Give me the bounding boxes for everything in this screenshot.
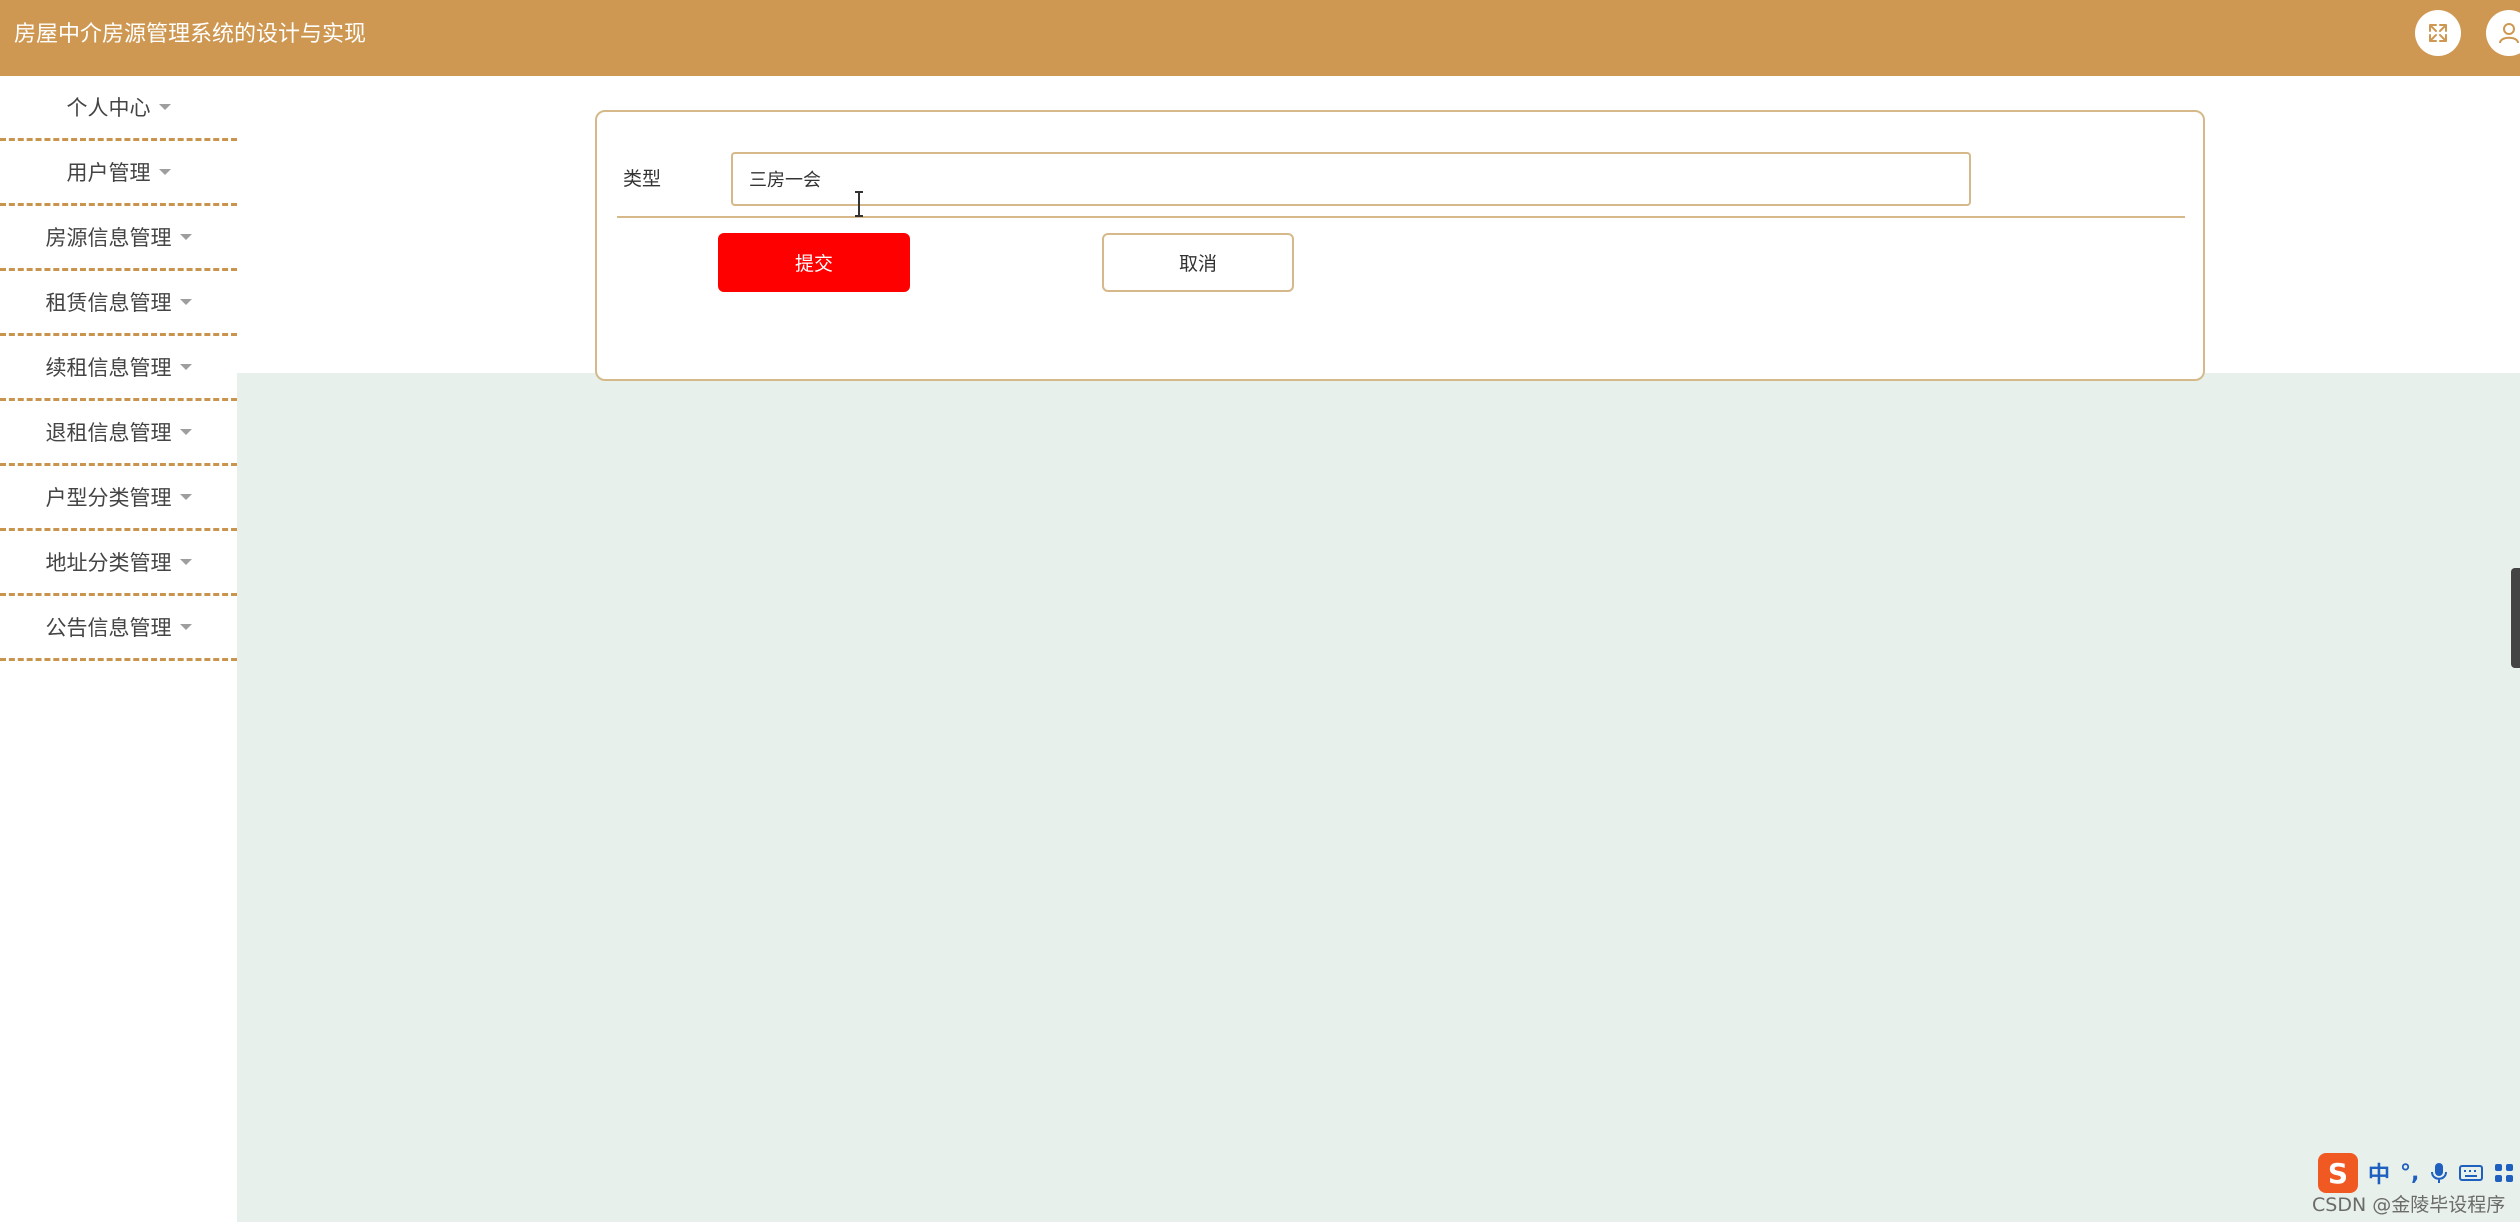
sidebar-item-label: 退租信息管理 — [45, 421, 172, 445]
user-menu-button[interactable] — [2486, 10, 2520, 56]
sidebar-item-label: 户型分类管理 — [45, 486, 172, 510]
caret-down-icon — [179, 299, 192, 305]
app-header: 房屋中介房源管理系统的设计与实现 — [0, 0, 2520, 76]
sidebar-item-label: 用户管理 — [66, 161, 151, 185]
submit-button[interactable]: 提交 — [718, 233, 910, 292]
caret-down-icon — [179, 234, 192, 240]
caret-down-icon — [179, 624, 192, 630]
sidebar-item-lease-management[interactable]: 租赁信息管理 — [0, 271, 237, 336]
sidebar-item-termination-management[interactable]: 退租信息管理 — [0, 401, 237, 466]
grid-icon[interactable] — [2493, 1162, 2515, 1184]
sidebar-item-label: 地址分类管理 — [45, 551, 172, 575]
sidebar-item-personal-center[interactable]: 个人中心 — [0, 76, 237, 141]
scrollbar-handle[interactable] — [2511, 568, 2520, 668]
sidebar-item-renewal-management[interactable]: 续租信息管理 — [0, 336, 237, 401]
cancel-button[interactable]: 取消 — [1102, 233, 1294, 292]
sidebar-item-layout-category-management[interactable]: 户型分类管理 — [0, 466, 237, 531]
content-background — [237, 373, 2520, 1222]
app-title: 房屋中介房源管理系统的设计与实现 — [14, 22, 367, 47]
sidebar-item-label: 公告信息管理 — [45, 616, 172, 640]
sidebar-menu: 个人中心 用户管理 房源信息管理 租赁信息管理 续租信息管理 退租信息管理 户型… — [0, 76, 237, 1222]
caret-down-icon — [179, 559, 192, 565]
watermark: CSDN @金陵毕设程序 — [2312, 1194, 2506, 1216]
sidebar-item-address-category-management[interactable]: 地址分类管理 — [0, 531, 237, 596]
caret-down-icon — [158, 169, 171, 175]
ime-mode-toggle[interactable]: 中 — [2368, 1157, 2390, 1189]
sidebar-item-listing-management[interactable]: 房源信息管理 — [0, 206, 237, 271]
ime-toolbar: S 中 °, — [2318, 1152, 2520, 1194]
caret-down-icon — [158, 104, 171, 110]
type-input[interactable] — [731, 152, 1971, 206]
caret-down-icon — [179, 429, 192, 435]
expand-icon — [2429, 24, 2447, 42]
caret-down-icon — [179, 364, 192, 370]
sidebar-item-label: 租赁信息管理 — [45, 291, 172, 315]
sidebar-item-user-management[interactable]: 用户管理 — [0, 141, 237, 206]
ime-punctuation-toggle[interactable]: °, — [2400, 1161, 2419, 1186]
sidebar-item-label: 房源信息管理 — [45, 226, 172, 250]
keyboard-icon[interactable] — [2459, 1163, 2484, 1183]
sidebar-item-label: 个人中心 — [66, 96, 151, 120]
user-icon — [2499, 23, 2519, 44]
type-label: 类型 — [623, 168, 662, 190]
fullscreen-button[interactable] — [2415, 10, 2461, 56]
microphone-icon[interactable] — [2429, 1161, 2449, 1185]
text-cursor-icon — [855, 191, 863, 217]
sidebar-item-label: 续租信息管理 — [45, 356, 172, 380]
caret-down-icon — [179, 494, 192, 500]
ime-logo[interactable]: S — [2318, 1153, 2358, 1193]
category-form: 类型 提交 取消 — [595, 110, 2205, 381]
sidebar-item-notice-management[interactable]: 公告信息管理 — [0, 596, 237, 661]
